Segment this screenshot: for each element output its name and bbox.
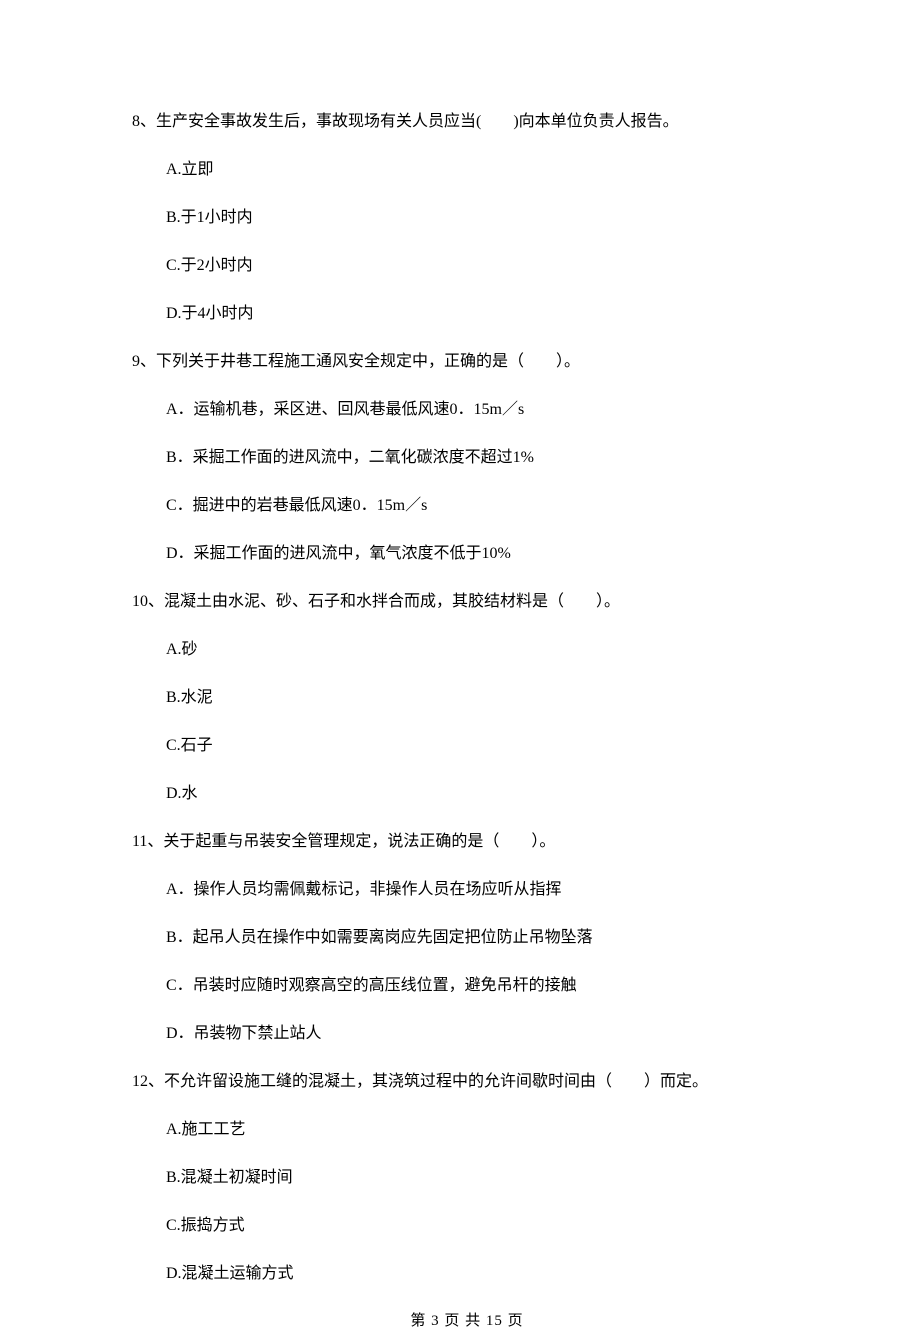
option-d: D．采掘工作面的进风流中，氧气浓度不低于10% <box>166 542 802 566</box>
option-a: A.立即 <box>166 158 802 182</box>
question-text: 9、下列关于井巷工程施工通风安全规定中，正确的是（ ）。 <box>132 350 802 374</box>
question-number: 8、 <box>132 113 156 130</box>
option-c: C.振捣方式 <box>166 1214 802 1238</box>
question-8: 8、生产安全事故发生后，事故现场有关人员应当( )向本单位负责人报告。 A.立即… <box>132 110 802 326</box>
option-b: B.水泥 <box>166 686 802 710</box>
option-c: C.石子 <box>166 734 802 758</box>
page-footer: 第 3 页 共 15 页 <box>132 1310 802 1333</box>
question-stem: 混凝土由水泥、砂、石子和水拌合而成，其胶结材料是（ ）。 <box>164 593 620 610</box>
question-number: 11、 <box>132 833 163 850</box>
question-11: 11、关于起重与吊装安全管理规定，说法正确的是（ ）。 A．操作人员均需佩戴标记… <box>132 830 802 1046</box>
option-a: A．操作人员均需佩戴标记，非操作人员在场应听从指挥 <box>166 878 802 902</box>
question-number: 9、 <box>132 353 156 370</box>
question-stem: 下列关于井巷工程施工通风安全规定中，正确的是（ ）。 <box>156 353 580 370</box>
option-c: C.于2小时内 <box>166 254 802 278</box>
question-9: 9、下列关于井巷工程施工通风安全规定中，正确的是（ ）。 A．运输机巷，采区进、… <box>132 350 802 566</box>
option-d: D.混凝土运输方式 <box>166 1262 802 1286</box>
option-c: C．掘进中的岩巷最低风速0．15m／s <box>166 494 802 518</box>
question-number: 10、 <box>132 593 164 610</box>
question-number: 12、 <box>132 1073 164 1090</box>
question-text: 10、混凝土由水泥、砂、石子和水拌合而成，其胶结材料是（ ）。 <box>132 590 802 614</box>
option-a: A．运输机巷，采区进、回风巷最低风速0．15m／s <box>166 398 802 422</box>
option-b: B．起吊人员在操作中如需要离岗应先固定把位防止吊物坠落 <box>166 926 802 950</box>
question-stem: 生产安全事故发生后，事故现场有关人员应当( )向本单位负责人报告。 <box>156 113 679 130</box>
question-10: 10、混凝土由水泥、砂、石子和水拌合而成，其胶结材料是（ ）。 A.砂 B.水泥… <box>132 590 802 806</box>
question-stem: 关于起重与吊装安全管理规定，说法正确的是（ ）。 <box>163 833 555 850</box>
question-text: 11、关于起重与吊装安全管理规定，说法正确的是（ ）。 <box>132 830 802 854</box>
question-stem: 不允许留设施工缝的混凝土，其浇筑过程中的允许间歇时间由（ ）而定。 <box>164 1073 708 1090</box>
option-c: C．吊装时应随时观察高空的高压线位置，避免吊杆的接触 <box>166 974 802 998</box>
question-text: 8、生产安全事故发生后，事故现场有关人员应当( )向本单位负责人报告。 <box>132 110 802 134</box>
option-b: B.混凝土初凝时间 <box>166 1166 802 1190</box>
option-b: B．采掘工作面的进风流中，二氧化碳浓度不超过1% <box>166 446 802 470</box>
option-a: A.施工工艺 <box>166 1118 802 1142</box>
option-d: D.于4小时内 <box>166 302 802 326</box>
question-12: 12、不允许留设施工缝的混凝土，其浇筑过程中的允许间歇时间由（ ）而定。 A.施… <box>132 1070 802 1286</box>
option-a: A.砂 <box>166 638 802 662</box>
option-d: D.水 <box>166 782 802 806</box>
option-d: D．吊装物下禁止站人 <box>166 1022 802 1046</box>
option-b: B.于1小时内 <box>166 206 802 230</box>
question-text: 12、不允许留设施工缝的混凝土，其浇筑过程中的允许间歇时间由（ ）而定。 <box>132 1070 802 1094</box>
